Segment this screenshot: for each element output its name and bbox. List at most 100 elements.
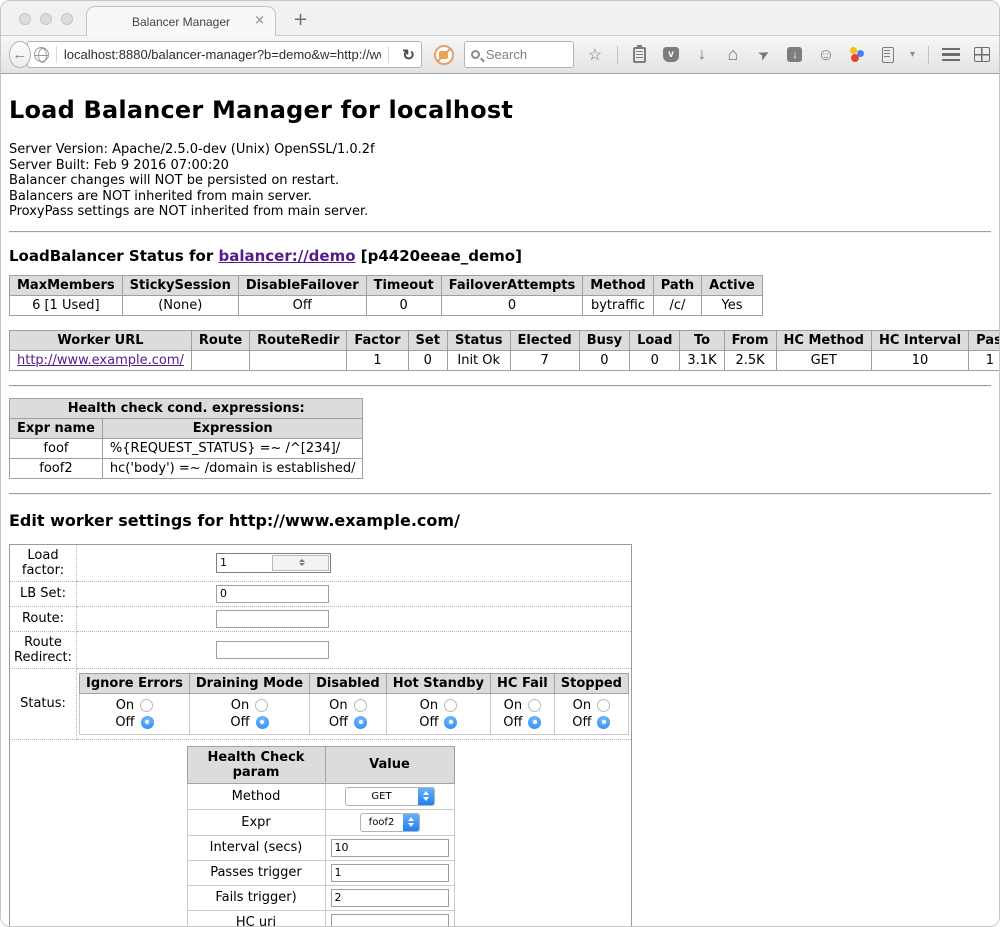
back-button[interactable]: ← xyxy=(9,41,31,68)
method-label: Method xyxy=(187,783,325,809)
column-header: Route xyxy=(191,330,249,350)
column-header: Set xyxy=(408,330,447,350)
content-blocked-icon[interactable] xyxy=(434,45,454,65)
worker-url-link[interactable]: http://www.example.com/ xyxy=(17,353,184,368)
expr-select[interactable]: foof2 xyxy=(360,813,420,832)
chevron-down-icon[interactable]: ▾ xyxy=(910,49,915,60)
close-tab-icon[interactable]: × xyxy=(254,13,265,28)
route-input[interactable] xyxy=(216,610,329,628)
divider xyxy=(928,46,929,64)
stopped-on-radio[interactable] xyxy=(597,699,610,712)
column-header: HC Method xyxy=(776,330,871,350)
cell-to: 3.1K xyxy=(680,350,724,370)
table-row: Method GET xyxy=(187,783,454,809)
cell-expr-name: foof2 xyxy=(10,458,103,478)
balancer-status-heading: LoadBalancer Status for balancer://demo … xyxy=(9,247,991,265)
edit-worker-form: Load factor: 1 LB Set: Route: Route Redi… xyxy=(9,544,632,927)
ignore-errors-off-radio[interactable] xyxy=(141,716,154,729)
colored-dots-extension-icon[interactable] xyxy=(848,46,866,64)
column-header: Status xyxy=(447,330,510,350)
bookmark-star-icon[interactable]: ☆ xyxy=(586,46,604,64)
tab-groups-grid-icon[interactable] xyxy=(973,46,991,64)
cell-method: bytraffic xyxy=(583,295,653,315)
reload-icon[interactable]: ↻ xyxy=(396,46,415,64)
search-placeholder[interactable]: Search xyxy=(486,47,527,62)
cell-expr-name: foof xyxy=(10,438,103,458)
hot-standby-off-radio[interactable] xyxy=(444,716,457,729)
route-redirect-input[interactable] xyxy=(216,641,329,659)
cell-busy: 0 xyxy=(579,350,629,370)
column-header: Expr name xyxy=(10,418,103,438)
home-icon[interactable]: ⌂ xyxy=(724,46,742,64)
feedback-smiley-icon[interactable]: ☺ xyxy=(817,46,835,64)
save-page-icon[interactable]: ↓ xyxy=(786,46,804,64)
url-text[interactable]: localhost:8880/balancer-manager?b=demo&w… xyxy=(64,47,381,62)
minimize-window-button[interactable] xyxy=(40,13,52,25)
hc-fail-off-radio[interactable] xyxy=(528,716,541,729)
column-header: Ignore Errors xyxy=(80,673,190,693)
cell-routeredir xyxy=(250,350,347,370)
cell-elected: 7 xyxy=(510,350,579,370)
page-content: Load Balancer Manager for localhost Serv… xyxy=(1,74,999,927)
draining-mode-off-radio[interactable] xyxy=(256,716,269,729)
table-row: Passes trigger xyxy=(187,860,454,885)
status-table: Ignore Errors Draining Mode Disabled Hot… xyxy=(79,673,629,735)
form-row-load-factor: Load factor: 1 xyxy=(10,544,632,581)
downloads-icon[interactable]: ↓ xyxy=(693,46,711,64)
tab-balancer-manager[interactable]: Balancer Manager × xyxy=(86,6,276,36)
hc-uri-input[interactable] xyxy=(331,914,449,927)
form-row-route-redirect: Route Redirect: xyxy=(10,631,632,668)
status-cell-hot-standby: On Off xyxy=(386,693,490,734)
zoom-window-button[interactable] xyxy=(61,13,73,25)
table-row: Expr foof2 xyxy=(187,809,454,835)
disabled-on-radio[interactable] xyxy=(354,699,367,712)
sidebar-tablet-icon[interactable] xyxy=(879,46,897,64)
select-stepper-icon xyxy=(403,813,419,832)
column-header: MaxMembers xyxy=(10,275,123,295)
new-tab-button[interactable]: + xyxy=(293,11,308,29)
table-row: 6 [1 Used] (None) Off 0 0 bytraffic /c/ … xyxy=(10,295,763,315)
column-header: To xyxy=(680,330,724,350)
cell-factor: 1 xyxy=(347,350,408,370)
column-header: StickySession xyxy=(122,275,238,295)
passes-label: Passes trigger xyxy=(187,860,325,885)
load-factor-input[interactable]: 1 xyxy=(216,553,331,573)
status-cell-disabled: On Off xyxy=(310,693,387,734)
method-select[interactable]: GET xyxy=(345,787,435,806)
passes-input[interactable] xyxy=(331,864,449,882)
interval-input[interactable] xyxy=(331,839,449,857)
divider xyxy=(617,46,618,64)
url-bar[interactable]: localhost:8880/balancer-manager?b=demo&w… xyxy=(27,41,422,68)
fails-input[interactable] xyxy=(331,889,449,907)
reading-list-icon[interactable] xyxy=(631,46,649,64)
disabled-off-radio[interactable] xyxy=(354,716,367,729)
balancer-demo-link[interactable]: balancer://demo xyxy=(218,247,355,265)
pocket-icon[interactable]: v xyxy=(662,46,680,64)
number-stepper-icon[interactable] xyxy=(272,555,329,571)
draining-mode-on-radio[interactable] xyxy=(255,699,268,712)
column-header: DisableFailover xyxy=(238,275,366,295)
divider xyxy=(9,385,991,387)
form-row-status: Status: Ignore Errors Draining Mode Disa… xyxy=(10,668,632,739)
table-row: On Off On Off On Off xyxy=(80,693,629,734)
stopped-off-radio[interactable] xyxy=(597,716,610,729)
column-header: FailoverAttempts xyxy=(441,275,583,295)
column-header: Path xyxy=(653,275,701,295)
divider xyxy=(56,46,57,63)
cell-expression: %{REQUEST_STATUS} =~ /^[234]/ xyxy=(102,438,363,458)
menu-hamburger-icon[interactable] xyxy=(942,46,960,64)
search-bar[interactable]: Search xyxy=(464,41,574,68)
load-factor-label: Load factor: xyxy=(10,544,77,581)
lb-set-input[interactable] xyxy=(216,585,329,603)
status-cell-draining-mode: On Off xyxy=(189,693,309,734)
hot-standby-on-radio[interactable] xyxy=(444,699,457,712)
column-header: RouteRedir xyxy=(250,330,347,350)
cell-maxmembers: 6 [1 Used] xyxy=(10,295,123,315)
column-header: Method xyxy=(583,275,653,295)
column-header: HC Interval xyxy=(871,330,968,350)
share-icon[interactable]: ➤ xyxy=(755,46,773,64)
hc-fail-on-radio[interactable] xyxy=(528,699,541,712)
close-window-button[interactable] xyxy=(19,13,31,25)
ignore-errors-on-radio[interactable] xyxy=(140,699,153,712)
cell-active: Yes xyxy=(702,295,763,315)
